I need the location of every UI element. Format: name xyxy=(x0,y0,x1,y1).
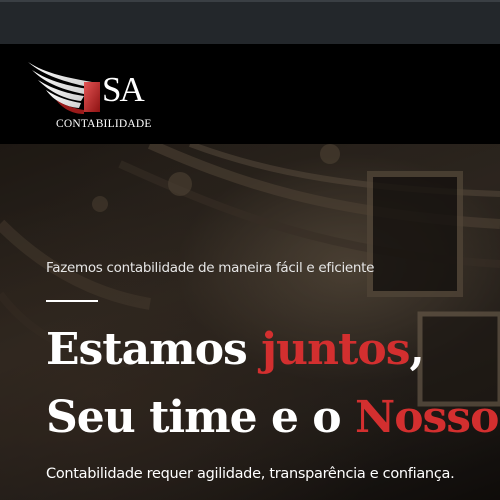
hero-headline-line2: Seu time e o Nosso. xyxy=(46,396,500,440)
logo-sa-text[interactable]: SA xyxy=(102,72,145,107)
hero-banner xyxy=(0,144,500,500)
hero-headline-line1: Estamos juntos, xyxy=(46,328,425,372)
hero-divider xyxy=(46,300,98,302)
top-bar xyxy=(0,0,500,44)
top-bar-border xyxy=(0,0,500,2)
hero-tagline: Fazemos contabilidade de maneira fácil e… xyxy=(46,260,375,276)
headline-punct: , xyxy=(409,324,424,375)
hero-background-image xyxy=(0,144,500,500)
headline-text: Estamos xyxy=(46,324,262,375)
hero-subline: Contabilidade requer agilidade, transpar… xyxy=(46,466,455,482)
headline-highlight: Nosso xyxy=(354,392,499,443)
headline-text: Seu time e o xyxy=(46,392,355,443)
logo-subtitle[interactable]: CONTABILIDADE xyxy=(56,118,152,130)
headline-highlight: juntos xyxy=(261,324,410,375)
